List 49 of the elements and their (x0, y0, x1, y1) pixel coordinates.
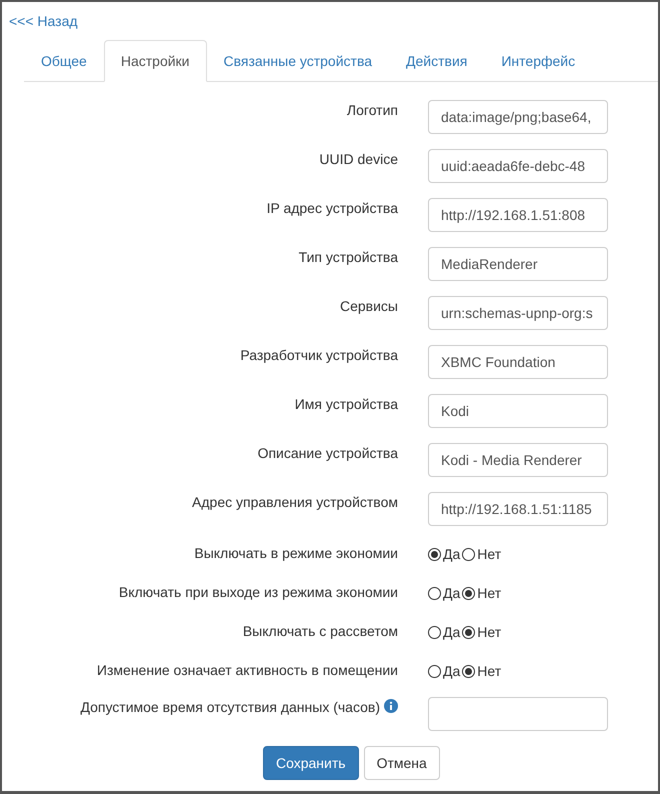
tab[interactable]: Действия (389, 40, 484, 82)
field-label: Выключать с рассветом (242, 623, 398, 639)
text-field[interactable]: MediaRenderer (428, 247, 608, 281)
text-field[interactable]: Kodi - Media Renderer (428, 443, 608, 477)
radio-label: Да (443, 624, 460, 640)
info-icon[interactable] (384, 699, 398, 713)
radio-button[interactable] (428, 626, 441, 638)
tab[interactable]: Интерфейс (484, 40, 592, 82)
radio-label: Да (443, 546, 460, 562)
field-label: Изменение означает активность в помещении (96, 662, 398, 678)
text-field[interactable]: Kodi (428, 394, 608, 428)
field-label: Сервисы (340, 298, 398, 314)
tab[interactable]: Связанные устройства (206, 40, 390, 82)
field-label: Описание устройства (258, 445, 398, 461)
tab[interactable]: Общее (24, 40, 104, 82)
radio-label: Нет (477, 546, 502, 562)
radio-button[interactable] (428, 548, 441, 560)
back-link[interactable]: <<< Назад (9, 12, 78, 30)
field-label: Выключать в режиме экономии (194, 545, 398, 561)
radio-label: Да (443, 663, 460, 679)
field-label: Включать при выходе из режима экономии (118, 584, 398, 600)
field-label: UUID device (319, 151, 398, 167)
text-field[interactable]: XBMC Foundation (428, 345, 608, 379)
field-label: Разработчик устройства (240, 347, 398, 363)
radio-button[interactable] (428, 586, 441, 600)
field-label: Имя устройства (294, 396, 398, 412)
text-field[interactable]: uuid:aeada6fe-debc-48 (428, 149, 608, 183)
cancel-button[interactable]: Отмена (364, 746, 440, 780)
radio-label: Нет (477, 624, 502, 640)
field-label: Адрес управления устройством (192, 494, 398, 510)
text-field[interactable]: data:image/png;base64, (428, 100, 608, 134)
text-field[interactable] (428, 697, 608, 731)
radio-button[interactable] (462, 586, 476, 600)
radio-button[interactable] (462, 548, 476, 560)
radio-button[interactable] (462, 626, 476, 638)
radio-label: Нет (477, 585, 502, 601)
text-field[interactable]: http://192.168.1.51:1185 (428, 492, 608, 526)
radio-label: Да (443, 585, 460, 601)
save-button[interactable]: Сохранить (263, 746, 359, 780)
radio-button[interactable] (428, 664, 441, 678)
text-field[interactable]: http://192.168.1.51:808 (428, 198, 608, 232)
field-label: Допустимое время отсутствия данных (часов) (80, 699, 380, 715)
radio-label: Нет (477, 663, 502, 679)
radio-button[interactable] (462, 664, 476, 678)
field-label: Логотип (346, 102, 398, 118)
text-field[interactable]: urn:schemas-upnp-org:s (428, 296, 608, 330)
field-label: Тип устройства (298, 249, 398, 265)
field-label: IP адрес устройства (266, 200, 398, 216)
tab[interactable]: Настройки (104, 40, 206, 82)
